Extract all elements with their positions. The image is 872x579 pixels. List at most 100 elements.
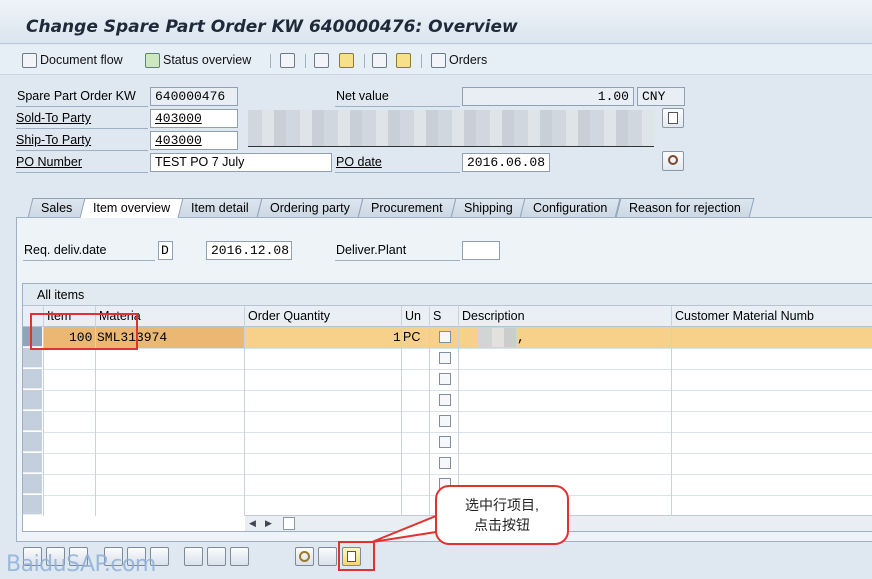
cell-quantity[interactable]: 1 (393, 330, 401, 345)
party-details-button[interactable] (662, 108, 684, 128)
orders-label: Orders (449, 53, 488, 67)
scroll-left-icon[interactable]: ◀ (249, 518, 256, 529)
label-rule (335, 260, 460, 261)
req-deliv-date-field[interactable]: 2016.12.08 (206, 241, 292, 260)
status-overview-label: Status overview (163, 53, 252, 67)
title-bar: Change Spare Part Order KW 640000476: Ov… (0, 0, 872, 44)
row-status-checkbox[interactable] (439, 415, 451, 427)
document-flow-button[interactable]: Document flow (22, 51, 123, 69)
clock-icon (299, 551, 310, 562)
availability-button[interactable] (295, 547, 314, 566)
document-flow-label: Document flow (40, 53, 123, 67)
po-number-field[interactable]: TEST PO 7 July (150, 153, 332, 172)
row-selector[interactable] (23, 432, 42, 452)
callout-line-2: 点击按钮 (474, 517, 530, 533)
row-selector[interactable] (23, 453, 42, 473)
column-header-unit[interactable]: Un (405, 309, 421, 323)
row-selector[interactable] (23, 495, 42, 515)
po-date-field[interactable]: 2016.06.08 (462, 153, 550, 172)
net-value-field[interactable]: 1.00 (462, 87, 634, 106)
sold-to-field[interactable]: 403000 (150, 109, 238, 128)
toolbar-separator (421, 54, 422, 68)
ship-to-label[interactable]: Ship-To Party (16, 133, 91, 147)
sold-to-label[interactable]: Sold-To Party (16, 111, 91, 125)
tab-label: Configuration (533, 201, 608, 215)
row-status-checkbox[interactable] (439, 331, 451, 343)
row-status-checkbox[interactable] (439, 457, 451, 469)
po-number-label[interactable]: PO Number (16, 155, 82, 169)
document-icon (668, 112, 678, 124)
label-rule (16, 150, 148, 151)
tab-shipping[interactable]: Shipping (450, 198, 526, 218)
scroll-thumb[interactable] (283, 517, 295, 530)
tab-label: Ordering party (270, 201, 350, 215)
column-divider (671, 306, 672, 516)
row-selector[interactable] (23, 348, 42, 368)
row-selector[interactable] (23, 369, 42, 389)
tab-label: Item detail (191, 201, 250, 215)
tab-label: Shipping (463, 201, 513, 215)
order-number-field[interactable]: 640000476 (150, 87, 238, 106)
tools-button[interactable] (396, 51, 414, 69)
tab-label: Sales (41, 201, 73, 215)
highlight-item-material (30, 313, 138, 350)
items-table-header: Item Materia Order Quantity Un S Descrip… (23, 306, 872, 327)
column-divider (244, 306, 245, 516)
row-selector[interactable] (23, 390, 42, 410)
tools-icon (396, 52, 411, 68)
back-button[interactable] (280, 51, 298, 69)
row-status-checkbox[interactable] (439, 352, 451, 364)
tab-label: Item overview (93, 201, 171, 215)
orders-button[interactable]: Orders (431, 51, 487, 69)
label-rule (16, 172, 148, 173)
tab-item-detail[interactable]: Item detail (177, 198, 263, 218)
tab-ordering-party[interactable]: Ordering party (256, 198, 364, 218)
column-divider (429, 306, 430, 516)
tab-reason-for-rejection[interactable]: Reason for rejection (615, 198, 754, 218)
label-rule (16, 106, 148, 107)
net-value-label: Net value (336, 89, 389, 103)
cell-description[interactable]: , (517, 330, 525, 345)
callout-line-1: 选中行项目, (465, 497, 539, 513)
pricing-button[interactable] (318, 547, 337, 566)
toolbar-separator (270, 54, 271, 68)
watermark: BaiduSAP.com (6, 552, 156, 577)
column-header-s[interactable]: S (433, 309, 441, 323)
req-deliv-type-field[interactable]: D (158, 241, 173, 260)
currency-field[interactable]: CNY (637, 87, 685, 106)
orders-icon (431, 52, 446, 68)
order-label: Spare Part Order KW (17, 89, 136, 103)
callout-pointer (371, 514, 437, 543)
sort-descending-button[interactable] (207, 547, 226, 566)
row-status-checkbox[interactable] (439, 373, 451, 385)
tab-label: Procurement (370, 201, 443, 215)
column-header-quantity[interactable]: Order Quantity (248, 309, 330, 323)
po-date-label[interactable]: PO date (336, 155, 382, 169)
configure-button[interactable] (230, 547, 249, 566)
ship-to-field[interactable]: 403000 (150, 131, 238, 150)
forward-button[interactable] (314, 51, 332, 69)
tab-procurement[interactable]: Procurement (357, 198, 457, 218)
column-header-customer-material[interactable]: Customer Material Numb (675, 309, 814, 323)
status-overview-button[interactable]: Status overview (145, 51, 251, 69)
toolbar-separator (364, 54, 365, 68)
column-header-description[interactable]: Description (462, 309, 525, 323)
cell-unit[interactable]: PC (403, 330, 420, 344)
scroll-right-icon[interactable]: ▶ (265, 518, 272, 529)
row-status-checkbox[interactable] (439, 394, 451, 406)
window-title: Change Spare Part Order KW 640000476: Ov… (26, 17, 518, 37)
sort-ascending-button[interactable] (184, 547, 203, 566)
person-icon (339, 52, 354, 68)
row-selector[interactable] (23, 411, 42, 431)
person-button[interactable] (339, 51, 357, 69)
tab-configuration[interactable]: Configuration (519, 198, 622, 218)
label-rule (16, 128, 148, 129)
tab-item-overview[interactable]: Item overview (79, 198, 184, 218)
deliver-plant-field[interactable] (462, 241, 500, 260)
tab-sales[interactable]: Sales (27, 198, 86, 218)
display-button[interactable] (372, 51, 390, 69)
column-divider (401, 306, 402, 516)
row-status-checkbox[interactable] (439, 436, 451, 448)
po-search-button[interactable] (662, 151, 684, 171)
row-selector[interactable] (23, 474, 42, 494)
